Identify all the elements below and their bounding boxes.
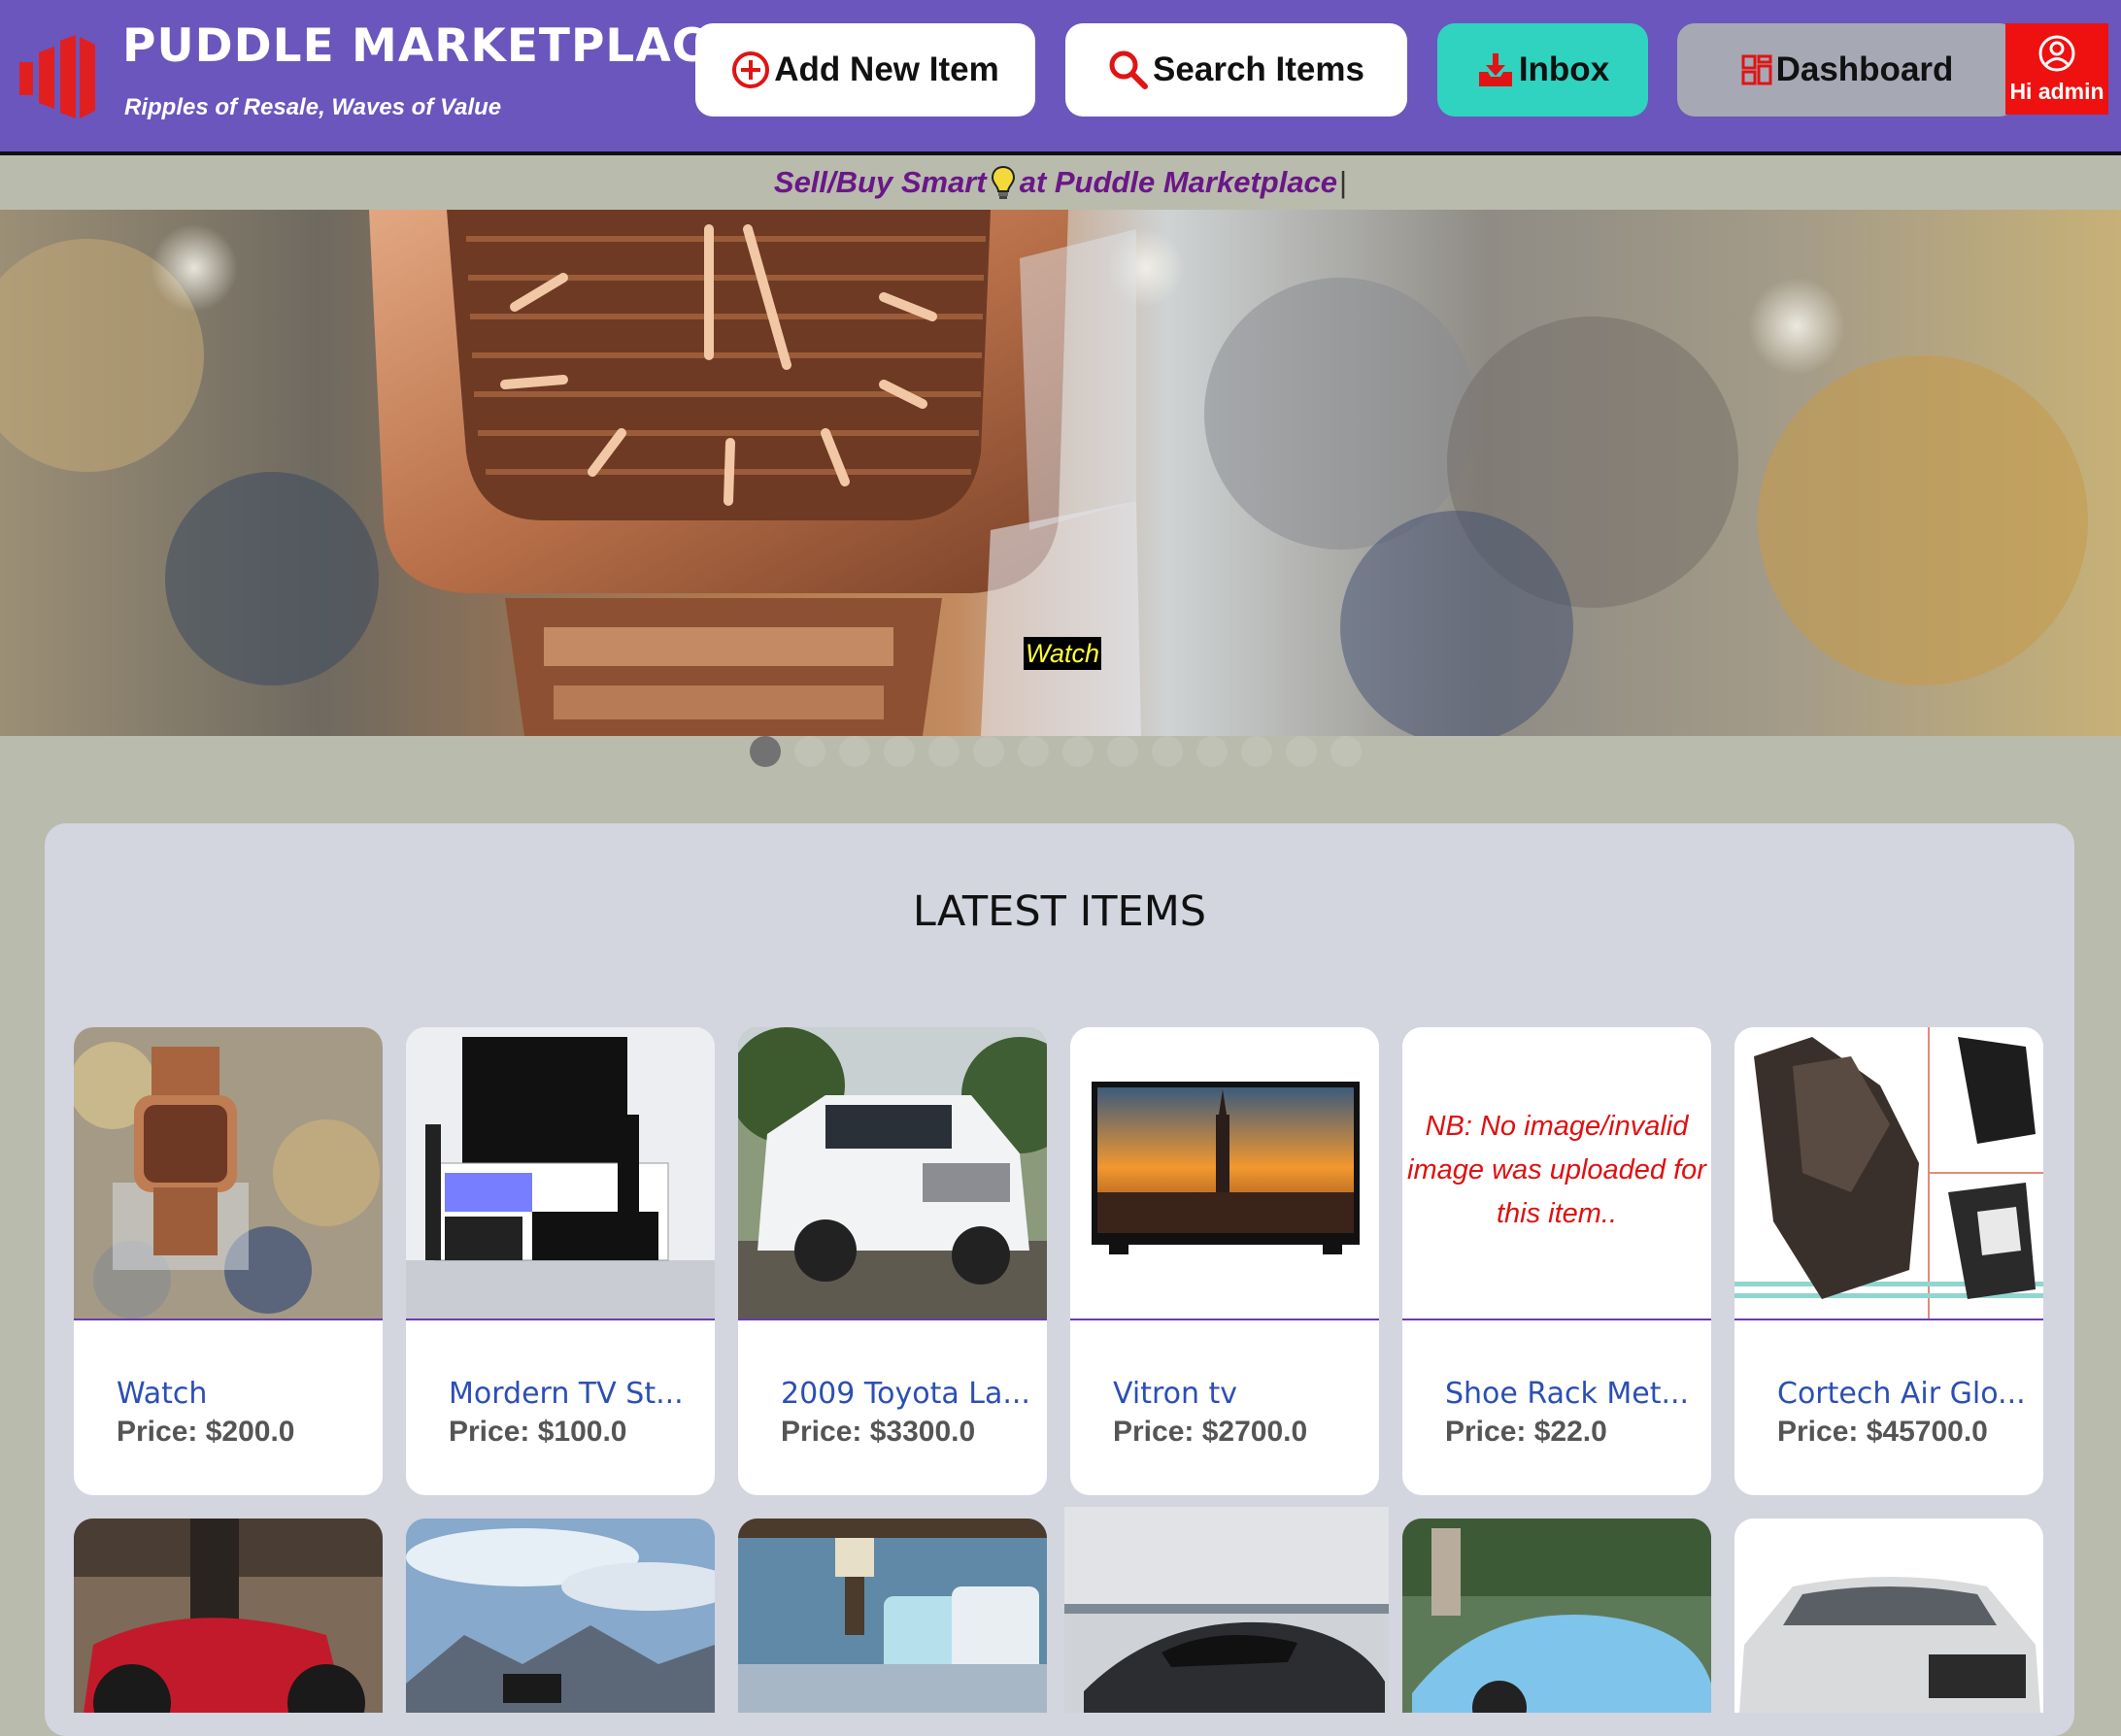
item-name[interactable]: Mordern TV St... xyxy=(449,1377,684,1411)
latest-items-heading: LATEST ITEMS xyxy=(912,887,1207,936)
item-card-mountain-bike[interactable] xyxy=(406,1519,715,1713)
hero-caption: Watch xyxy=(1024,637,1102,670)
item-name[interactable]: 2009 Toyota La... xyxy=(781,1377,1030,1411)
user-greeting: Hi admin xyxy=(2009,78,2104,104)
search-icon xyxy=(1109,50,1149,89)
logo-icon[interactable] xyxy=(19,33,99,120)
carousel-dot[interactable] xyxy=(928,736,960,767)
item-price: Price: $22.0 xyxy=(1445,1416,1607,1448)
item-card-cortech-gloves[interactable]: Cortech Air Glo... Price: $45700.0 xyxy=(1734,1027,2043,1495)
item-name[interactable]: Watch xyxy=(117,1377,207,1411)
item-card-watch[interactable]: Watch Price: $200.0 xyxy=(74,1027,383,1495)
user-menu-button[interactable]: Hi admin xyxy=(2005,23,2108,115)
dashboard-label: Dashboard xyxy=(1775,50,1954,88)
inbox-icon xyxy=(1478,53,1512,86)
add-circle-icon xyxy=(732,51,770,88)
top-navbar: PUDDLE MARKETPLACE Ripples of Resale, Wa… xyxy=(0,0,2121,155)
carousel-dot[interactable] xyxy=(750,736,781,767)
item-card-blue-roadster[interactable] xyxy=(1402,1519,1711,1713)
item-price: Price: $200.0 xyxy=(117,1416,295,1448)
dashboard-button[interactable]: Dashboard xyxy=(1677,23,2017,117)
item-image-cortech-gloves[interactable] xyxy=(1734,1027,2043,1320)
item-image-watch[interactable] xyxy=(74,1027,383,1320)
brand-tagline: Ripples of Resale, Waves of Value xyxy=(124,94,502,120)
carousel-dot[interactable] xyxy=(1152,736,1183,767)
item-name[interactable]: Shoe Rack Met... xyxy=(1445,1377,1689,1411)
item-card-vitron-tv[interactable]: Vitron tv Price: $2700.0 xyxy=(1070,1027,1379,1495)
add-new-item-button[interactable]: Add New Item xyxy=(695,23,1035,117)
carousel-dot[interactable] xyxy=(1018,736,1049,767)
no-image-note: NB: No image/invalid image was uploaded … xyxy=(1407,1111,1706,1229)
lightbulb-icon xyxy=(991,165,1015,199)
carousel-dot[interactable] xyxy=(1330,736,1362,767)
carousel-dot[interactable] xyxy=(884,736,915,767)
item-price: Price: $3300.0 xyxy=(781,1416,976,1448)
item-card-tv-stand[interactable]: Mordern TV St... Price: $100.0 xyxy=(406,1027,715,1495)
item-card-toyota[interactable]: 2009 Toyota La... Price: $3300.0 xyxy=(738,1027,1047,1495)
carousel-dot[interactable] xyxy=(1286,736,1317,767)
carousel-dot[interactable] xyxy=(1241,736,1272,767)
brand-title[interactable]: PUDDLE MARKETPLACE xyxy=(122,19,738,73)
item-price: Price: $2700.0 xyxy=(1113,1416,1308,1448)
ticker-text-end: at Puddle Marketplace xyxy=(1019,165,1338,199)
inbox-label: Inbox xyxy=(1518,50,1610,88)
inbox-button[interactable]: Inbox xyxy=(1437,23,1648,117)
item-image-toyota[interactable] xyxy=(738,1027,1047,1320)
item-card-white-suv[interactable] xyxy=(1734,1519,2043,1713)
user-icon xyxy=(2038,35,2075,71)
marquee-banner: Sell/Buy Smart at Puddle Marketplace | xyxy=(0,155,2121,210)
item-card-shoe-rack[interactable]: NB: No image/invalid image was uploaded … xyxy=(1402,1027,1711,1495)
add-new-item-label: Add New Item xyxy=(774,50,999,88)
item-price: Price: $100.0 xyxy=(449,1416,627,1448)
carousel-dot[interactable] xyxy=(1062,736,1094,767)
hero-carousel[interactable]: Watch xyxy=(0,210,2121,736)
dashboard-icon xyxy=(1741,54,1772,85)
item-name[interactable]: Vitron tv xyxy=(1113,1377,1237,1411)
latest-items-panel: LATEST ITEMS Watch Price: $200.0 Mordern… xyxy=(45,823,2074,1736)
ticker-text-start: Sell/Buy Smart xyxy=(773,165,987,199)
item-image-placeholder[interactable]: NB: No image/invalid image was uploaded … xyxy=(1402,1027,1711,1320)
item-name[interactable]: Cortech Air Glo... xyxy=(1777,1377,2026,1411)
item-card-bedding[interactable] xyxy=(738,1519,1047,1713)
carousel-dot[interactable] xyxy=(794,736,825,767)
search-items-label: Search Items xyxy=(1153,50,1364,88)
item-card-sports-car[interactable] xyxy=(1064,1507,1389,1713)
item-price: Price: $45700.0 xyxy=(1777,1416,1988,1448)
item-image-vitron-tv[interactable] xyxy=(1070,1027,1379,1320)
carousel-dot[interactable] xyxy=(839,736,870,767)
carousel-dot[interactable] xyxy=(1196,736,1228,767)
ticker-caret: | xyxy=(1339,165,1348,199)
search-items-button[interactable]: Search Items xyxy=(1065,23,1407,117)
carousel-dot[interactable] xyxy=(1107,736,1138,767)
carousel-indicators xyxy=(750,736,1362,767)
item-image-tv-stand[interactable] xyxy=(406,1027,715,1320)
carousel-dot[interactable] xyxy=(973,736,1004,767)
item-card-motorcycle[interactable] xyxy=(74,1519,383,1713)
